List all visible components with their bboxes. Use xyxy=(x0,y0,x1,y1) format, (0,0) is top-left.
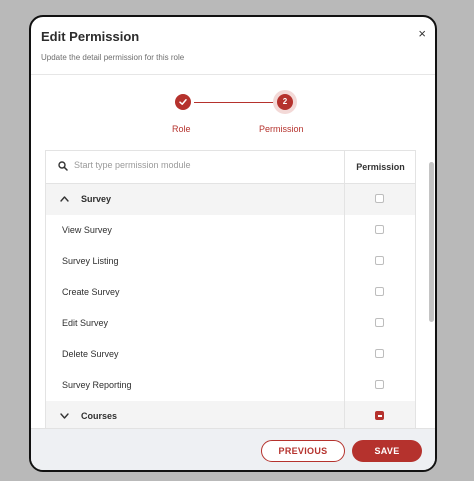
modal-title: Edit Permission xyxy=(41,29,140,44)
permission-checkbox[interactable] xyxy=(375,349,384,358)
search-icon xyxy=(58,161,68,171)
table-row: Create Survey xyxy=(46,277,415,308)
modal-subtitle: Update the detail permission for this ro… xyxy=(41,53,185,62)
step-connector xyxy=(194,102,275,103)
step-number: 2 xyxy=(282,97,288,106)
permission-cell xyxy=(344,246,415,277)
table-row: View Survey xyxy=(46,215,415,246)
check-icon xyxy=(179,99,187,105)
edit-permission-modal: Edit Permission Update the detail permis… xyxy=(29,15,437,472)
permission-cell xyxy=(344,370,415,401)
row-label: Edit Survey xyxy=(62,318,109,328)
chevron-down-icon[interactable] xyxy=(60,412,69,420)
permission-checkbox[interactable] xyxy=(375,256,384,265)
permission-cell xyxy=(344,184,415,215)
previous-button[interactable]: PREVIOUS xyxy=(261,440,345,462)
permission-checkbox[interactable] xyxy=(375,380,384,389)
step-role-label: Role xyxy=(172,124,191,134)
permission-cell xyxy=(344,215,415,246)
table-row: Survey Listing xyxy=(46,246,415,277)
row-label: View Survey xyxy=(62,225,112,235)
permission-checkbox[interactable] xyxy=(375,194,384,203)
chevron-up-icon[interactable] xyxy=(60,195,69,203)
table-row: Survey Reporting xyxy=(46,370,415,401)
permission-search-input[interactable] xyxy=(74,160,314,170)
permission-cell xyxy=(344,401,415,429)
row-label: Survey Listing xyxy=(62,256,119,266)
row-label: Survey Reporting xyxy=(62,380,132,390)
group-row-survey[interactable]: Survey xyxy=(46,184,415,215)
permission-table: Permission Survey View Survey Survey Lis… xyxy=(45,150,416,429)
group-label: Survey xyxy=(81,194,112,204)
scrollbar[interactable] xyxy=(429,162,434,322)
permission-checkbox-indeterminate[interactable] xyxy=(375,411,384,420)
permission-checkbox[interactable] xyxy=(375,318,384,327)
group-label: Courses xyxy=(81,411,118,421)
close-icon[interactable]: × xyxy=(418,27,426,40)
row-label: Delete Survey xyxy=(62,349,119,359)
save-button[interactable]: SAVE xyxy=(352,440,422,462)
table-row: Delete Survey xyxy=(46,339,415,370)
modal-footer: PREVIOUS SAVE xyxy=(31,428,435,470)
step-permission-label: Permission xyxy=(259,124,304,134)
modal-header: Edit Permission Update the detail permis… xyxy=(31,17,435,75)
step-role-indicator xyxy=(175,94,191,110)
permission-cell xyxy=(344,277,415,308)
step-permission-indicator: 2 xyxy=(277,94,293,110)
permission-cell xyxy=(344,308,415,339)
table-header: Permission xyxy=(46,151,415,184)
row-label: Create Survey xyxy=(62,287,120,297)
permission-checkbox[interactable] xyxy=(375,225,384,234)
permission-cell xyxy=(344,339,415,370)
stepper: 2 Role Permission xyxy=(31,74,435,154)
permission-checkbox[interactable] xyxy=(375,287,384,296)
group-row-courses[interactable]: Courses xyxy=(46,401,415,429)
permission-column-header: Permission xyxy=(344,151,415,183)
table-row: Edit Survey xyxy=(46,308,415,339)
